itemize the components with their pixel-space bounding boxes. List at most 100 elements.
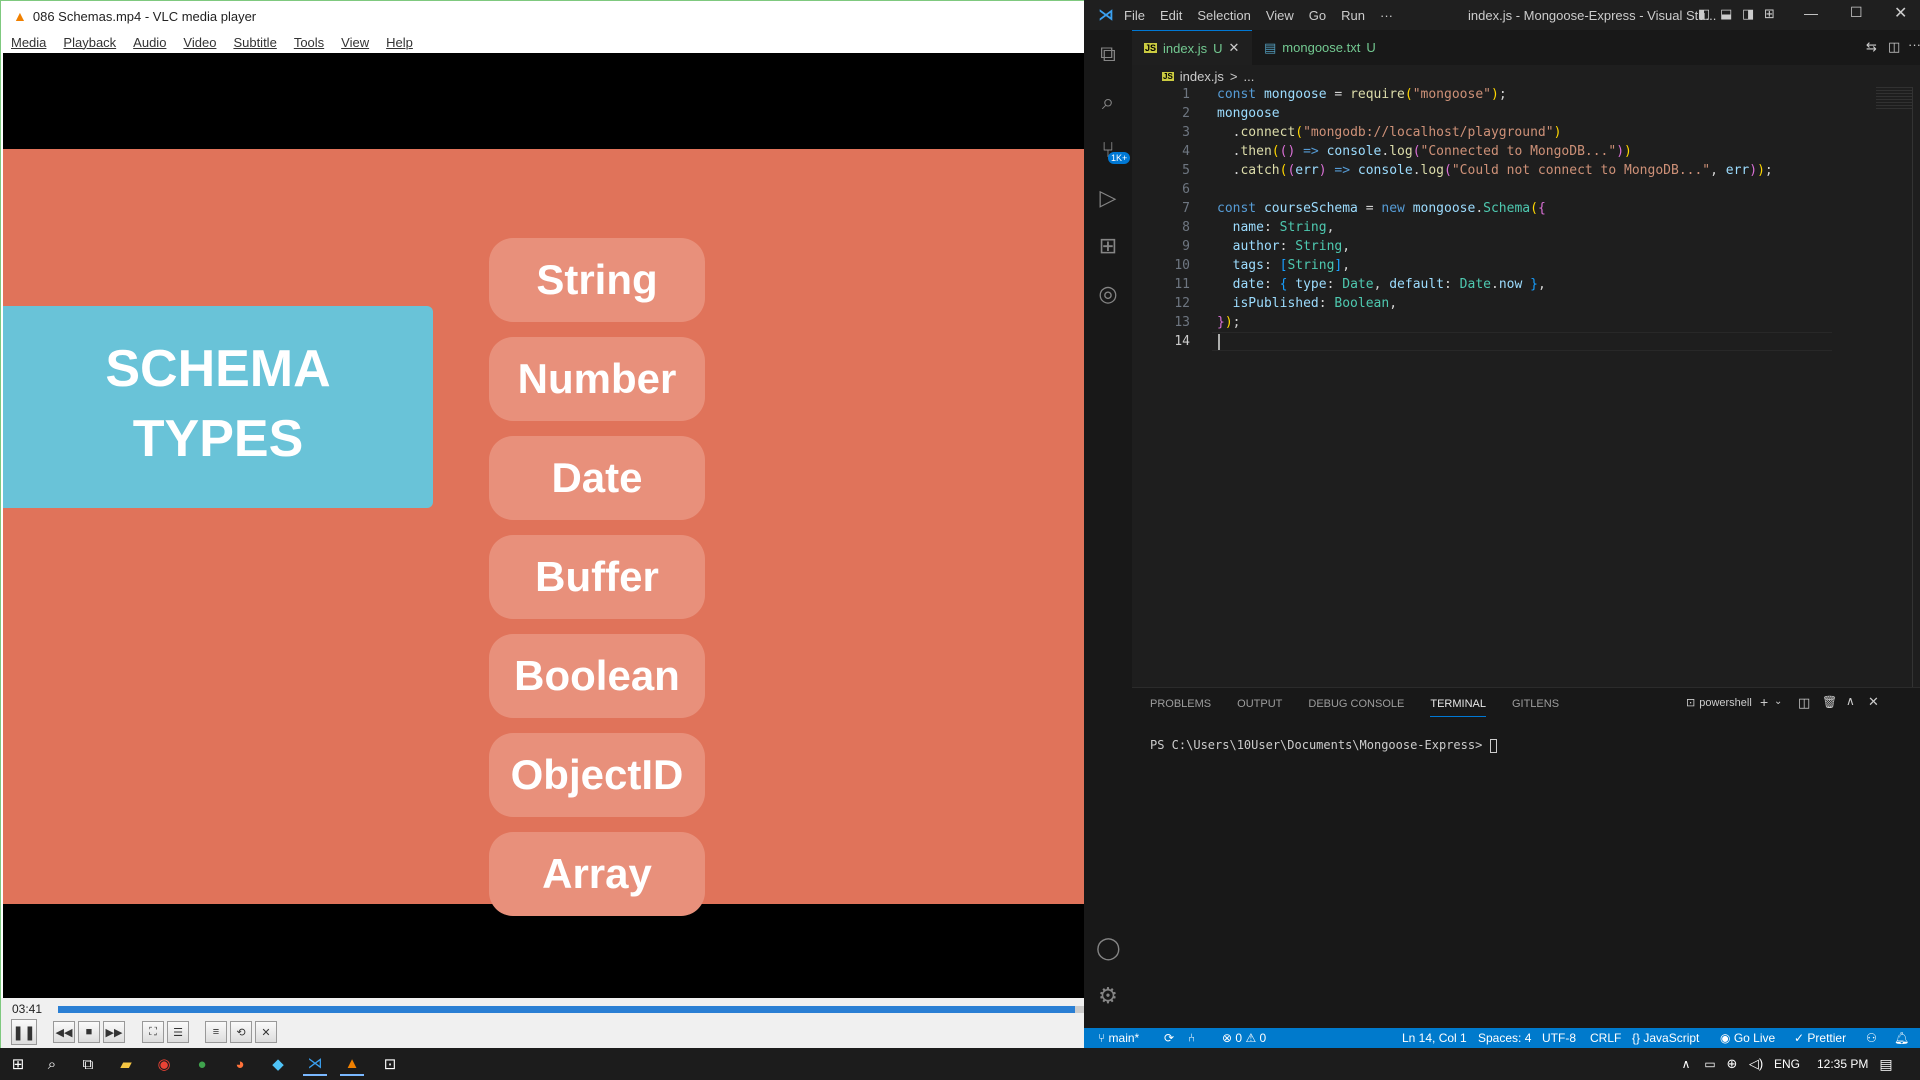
open-changes-icon[interactable]: ⇆	[1866, 39, 1877, 55]
loop-icon: ⟲	[236, 1026, 246, 1039]
explorer-icon[interactable]: ⧉	[1096, 42, 1120, 66]
tab-close-icon[interactable]: ✕	[1228, 40, 1239, 56]
menu-run[interactable]: Run	[1341, 8, 1365, 23]
close-button[interactable]: ✕	[1894, 3, 1907, 23]
go-live-button[interactable]: ◉ Go Live	[1720, 1031, 1775, 1045]
menu-help[interactable]: Help	[386, 35, 413, 50]
cursor-position[interactable]: Ln 14, Col 1	[1402, 1031, 1467, 1045]
close-panel-icon[interactable]: ✕	[1868, 694, 1879, 710]
action-center-icon[interactable]: ▤	[1874, 1052, 1898, 1076]
breadcrumb-symbol[interactable]: ...	[1243, 69, 1254, 84]
volume-icon[interactable]: ◁)	[1744, 1052, 1768, 1076]
more-actions-icon[interactable]: ···	[1908, 37, 1920, 52]
terminal-taskbar-icon[interactable]: ⊡	[378, 1052, 402, 1076]
vlc-taskbar-icon[interactable]: ▲	[340, 1052, 364, 1076]
postman-icon[interactable]: ◕	[228, 1052, 252, 1076]
tab-mongoose-txt[interactable]: ▤ mongoose.txt U	[1252, 30, 1392, 65]
battery-icon[interactable]: ▭	[1698, 1052, 1722, 1076]
minimap[interactable]	[1876, 87, 1912, 111]
playlist-button[interactable]: ≡	[205, 1021, 227, 1043]
shuffle-button[interactable]: ✕	[255, 1021, 277, 1043]
menu-view[interactable]: View	[1266, 8, 1294, 23]
search-icon[interactable]: ⌕	[40, 1052, 64, 1076]
chrome-icon[interactable]: ◉	[152, 1052, 176, 1076]
run-debug-icon[interactable]: ▷	[1096, 186, 1120, 210]
toggle-secondary-sidebar-icon[interactable]: ◨	[1742, 6, 1754, 22]
extensions-icon[interactable]: ⊞	[1096, 234, 1120, 258]
line-ending[interactable]: CRLF	[1590, 1031, 1621, 1045]
terminal-output[interactable]: PS C:\Users\10User\Documents\Mongoose-Ex…	[1150, 738, 1497, 753]
account-icon[interactable]: ◯	[1096, 936, 1121, 960]
task-view-icon[interactable]: ⧉	[76, 1052, 100, 1076]
sync-icon[interactable]: ⟳	[1164, 1031, 1174, 1045]
mongodb-compass-icon[interactable]: ●	[190, 1052, 214, 1076]
breadcrumb-file[interactable]: index.js	[1180, 69, 1224, 84]
terminal-shell-selector[interactable]: ⊡ powershell	[1686, 696, 1752, 710]
menu-go[interactable]: Go	[1309, 8, 1326, 23]
search-icon[interactable]: ⌕	[1096, 90, 1120, 114]
customize-layout-icon[interactable]: ⊞	[1764, 6, 1775, 22]
menu-subtitle[interactable]: Subtitle	[233, 35, 276, 50]
branch-indicator[interactable]: ⑂ main*	[1098, 1031, 1139, 1045]
show-hidden-icons-icon[interactable]: ∧	[1674, 1052, 1698, 1076]
tab-debug-console[interactable]: DEBUG CONSOLE	[1308, 698, 1404, 717]
settings-gear-icon[interactable]: ⚙	[1096, 984, 1120, 1008]
menu-view[interactable]: View	[341, 35, 369, 50]
code-line: const courseSchema = new mongoose.Schema…	[1217, 201, 1546, 216]
tab-gitlens[interactable]: GITLENS	[1512, 698, 1559, 717]
vertical-scrollbar[interactable]	[1912, 87, 1920, 687]
encoding[interactable]: UTF-8	[1542, 1031, 1576, 1045]
tab-problems[interactable]: PROBLEMS	[1150, 698, 1211, 717]
menu-selection[interactable]: Selection	[1197, 8, 1250, 23]
kill-terminal-icon[interactable]: 🗑	[1822, 695, 1837, 709]
clock[interactable]: 12:35 PM	[1817, 1057, 1868, 1071]
tab-index-js[interactable]: JS index.js U ✕	[1132, 30, 1252, 65]
windows-taskbar: ⊞ ⌕ ⧉ ▰ ◉ ● ◕ ◆ ⋊ ▲ ⊡ ∧ ▭ ⊕ ◁) ENG 12:35…	[0, 1048, 1920, 1080]
maximize-panel-icon[interactable]: ∧	[1846, 694, 1855, 708]
video-area[interactable]: SCHEMA TYPES String Number Date Buffer B…	[3, 53, 1085, 998]
network-globe-icon[interactable]: ⊕	[1720, 1052, 1744, 1076]
file-explorer-icon[interactable]: ▰	[114, 1052, 138, 1076]
toggle-sidebar-icon[interactable]: ◧	[1698, 6, 1710, 22]
menu-edit[interactable]: Edit	[1160, 8, 1182, 23]
menu-media[interactable]: Media	[11, 35, 46, 50]
pause-button[interactable]: ❚❚	[11, 1019, 37, 1045]
graph-icon[interactable]: ⑃	[1188, 1031, 1195, 1045]
new-terminal-icon[interactable]: +	[1760, 694, 1768, 710]
extended-settings-button[interactable]: ☰	[167, 1021, 189, 1043]
menu-tools[interactable]: Tools	[294, 35, 324, 50]
prettier-label: Prettier	[1807, 1031, 1847, 1045]
chevron-down-icon[interactable]: ⌄	[1774, 696, 1782, 707]
previous-button[interactable]: ◀◀	[53, 1021, 75, 1043]
code-editor[interactable]: 1 2 3 4 5 6 7 8 9 10 11 12 13 14 const m…	[1132, 87, 1920, 687]
split-terminal-icon[interactable]: ◫	[1798, 695, 1810, 711]
accounts-icon[interactable]: ⚇	[1866, 1031, 1877, 1045]
menu-video[interactable]: Video	[183, 35, 216, 50]
problems-indicator[interactable]: ⊗ 0 ⚠ 0	[1222, 1031, 1266, 1045]
prettier-button[interactable]: ✓ Prettier	[1794, 1031, 1846, 1045]
menu-audio[interactable]: Audio	[133, 35, 166, 50]
notifications-bell-icon[interactable]: 🔔︎	[1894, 1031, 1909, 1045]
menu-more[interactable]: ···	[1380, 8, 1393, 23]
loop-button[interactable]: ⟲	[230, 1021, 252, 1043]
toggle-panel-icon[interactable]: ⬓	[1720, 6, 1732, 22]
stop-button[interactable]: ■	[78, 1021, 100, 1043]
split-editor-icon[interactable]: ◫	[1888, 39, 1900, 55]
maximize-button[interactable]: ☐	[1850, 4, 1863, 21]
fullscreen-button[interactable]: ⛶	[142, 1021, 164, 1043]
language-mode[interactable]: {} JavaScript	[1632, 1031, 1699, 1045]
vscode-taskbar-icon[interactable]: ⋊	[303, 1052, 327, 1076]
menu-file[interactable]: File	[1124, 8, 1145, 23]
minimize-button[interactable]: —	[1804, 5, 1818, 21]
tab-terminal[interactable]: TERMINAL	[1430, 698, 1486, 717]
line-number: 7	[1182, 201, 1190, 216]
gitlens-icon[interactable]: ◎	[1096, 282, 1120, 306]
seek-bar[interactable]	[58, 1006, 1085, 1013]
input-language[interactable]: ENG	[1774, 1057, 1800, 1071]
figma-icon[interactable]: ◆	[266, 1052, 290, 1076]
tab-output[interactable]: OUTPUT	[1237, 698, 1282, 717]
indentation[interactable]: Spaces: 4	[1478, 1031, 1531, 1045]
windows-start-icon[interactable]: ⊞	[6, 1052, 30, 1076]
menu-playback[interactable]: Playback	[63, 35, 116, 50]
next-button[interactable]: ▶▶	[103, 1021, 125, 1043]
